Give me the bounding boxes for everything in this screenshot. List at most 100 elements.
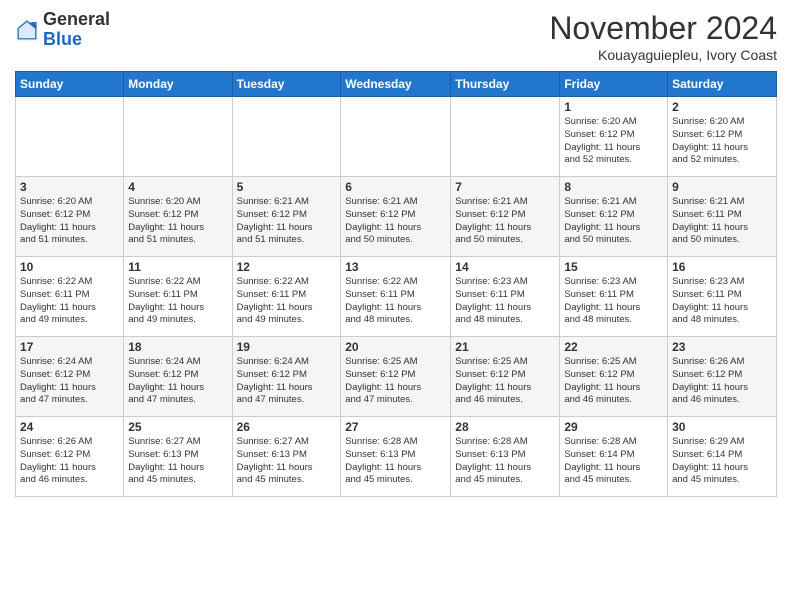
day-number: 19 xyxy=(237,340,337,354)
logo-general: General xyxy=(43,9,110,29)
header-thursday: Thursday xyxy=(451,72,560,97)
week-row-4: 24Sunrise: 6:26 AM Sunset: 6:12 PM Dayli… xyxy=(16,417,777,497)
day-number: 7 xyxy=(455,180,555,194)
calendar-cell-w1-d4: 7Sunrise: 6:21 AM Sunset: 6:12 PM Daylig… xyxy=(451,177,560,257)
day-info: Sunrise: 6:21 AM Sunset: 6:12 PM Dayligh… xyxy=(564,196,663,247)
calendar-cell-w0-d1 xyxy=(124,97,232,177)
header-monday: Monday xyxy=(124,72,232,97)
day-number: 6 xyxy=(345,180,446,194)
header-wednesday: Wednesday xyxy=(341,72,451,97)
calendar-cell-w1-d5: 8 Sunrise: 6:21 AM Sunset: 6:12 PM Daylig… xyxy=(560,177,668,257)
day-number: 9 xyxy=(672,180,772,194)
header-friday: Friday xyxy=(560,72,668,97)
calendar-cell-w1-d6: 9 Sunrise: 6:21 AM Sunset: 6:11 PM Daylig… xyxy=(668,177,777,257)
day-info: Sunrise: 6:23 AM Sunset: 6:11 PM Dayligh… xyxy=(455,276,555,327)
day-number: 4 xyxy=(128,180,227,194)
calendar-cell-w0-d4 xyxy=(451,97,560,177)
calendar-cell-w4-d3: 27Sunrise: 6:28 AM Sunset: 6:13 PM Dayli… xyxy=(341,417,451,497)
calendar-cell-w3-d2: 19 Sunrise: 6:24 AM Sunset: 6:12 PM Dayli… xyxy=(232,337,341,417)
week-row-3: 17 Sunrise: 6:24 AM Sunset: 6:12 PM Dayli… xyxy=(16,337,777,417)
day-number: 22 xyxy=(564,340,663,354)
day-info: Sunrise: 6:26 AM Sunset: 6:12 PM Dayligh… xyxy=(20,436,119,487)
calendar-cell-w3-d6: 23 Sunrise: 6:26 AM Sunset: 6:12 PM Dayli… xyxy=(668,337,777,417)
day-number: 15 xyxy=(564,260,663,274)
day-info: Sunrise: 6:20 AM Sunset: 6:12 PM Dayligh… xyxy=(672,116,772,167)
calendar-cell-w0-d6: 2 Sunrise: 6:20 AM Sunset: 6:12 PM Daylig… xyxy=(668,97,777,177)
calendar-cell-w2-d4: 14 Sunrise: 6:23 AM Sunset: 6:11 PM Dayli… xyxy=(451,257,560,337)
day-number: 23 xyxy=(672,340,772,354)
day-number: 21 xyxy=(455,340,555,354)
day-number: 5 xyxy=(237,180,337,194)
day-number: 17 xyxy=(20,340,119,354)
header-saturday: Saturday xyxy=(668,72,777,97)
day-info: Sunrise: 6:24 AM Sunset: 6:12 PM Dayligh… xyxy=(20,356,119,407)
calendar-cell-w2-d1: 11Sunrise: 6:22 AM Sunset: 6:11 PM Dayli… xyxy=(124,257,232,337)
day-number: 16 xyxy=(672,260,772,274)
day-number: 25 xyxy=(128,420,227,434)
day-info: Sunrise: 6:22 AM Sunset: 6:11 PM Dayligh… xyxy=(237,276,337,327)
calendar-cell-w2-d2: 12 Sunrise: 6:22 AM Sunset: 6:11 PM Dayli… xyxy=(232,257,341,337)
calendar-cell-w4-d0: 24Sunrise: 6:26 AM Sunset: 6:12 PM Dayli… xyxy=(16,417,124,497)
week-row-1: 3 Sunrise: 6:20 AM Sunset: 6:12 PM Daylig… xyxy=(16,177,777,257)
logo-blue: Blue xyxy=(43,29,82,49)
calendar-cell-w3-d3: 20 Sunrise: 6:25 AM Sunset: 6:12 PM Dayli… xyxy=(341,337,451,417)
calendar-cell-w3-d4: 21 Sunrise: 6:25 AM Sunset: 6:12 PM Dayli… xyxy=(451,337,560,417)
day-info: Sunrise: 6:26 AM Sunset: 6:12 PM Dayligh… xyxy=(672,356,772,407)
calendar-cell-w4-d4: 28Sunrise: 6:28 AM Sunset: 6:13 PM Dayli… xyxy=(451,417,560,497)
calendar-cell-w0-d5: 1Sunrise: 6:20 AM Sunset: 6:12 PM Daylig… xyxy=(560,97,668,177)
day-number: 10 xyxy=(20,260,119,274)
calendar-cell-w2-d3: 13 Sunrise: 6:22 AM Sunset: 6:11 PM Dayli… xyxy=(341,257,451,337)
day-info: Sunrise: 6:25 AM Sunset: 6:12 PM Dayligh… xyxy=(345,356,446,407)
day-number: 14 xyxy=(455,260,555,274)
day-info: Sunrise: 6:23 AM Sunset: 6:11 PM Dayligh… xyxy=(672,276,772,327)
title-block: November 2024 Kouayaguiepleu, Ivory Coas… xyxy=(549,10,777,63)
calendar-cell-w2-d5: 15Sunrise: 6:23 AM Sunset: 6:11 PM Dayli… xyxy=(560,257,668,337)
day-info: Sunrise: 6:28 AM Sunset: 6:14 PM Dayligh… xyxy=(564,436,663,487)
day-info: Sunrise: 6:29 AM Sunset: 6:14 PM Dayligh… xyxy=(672,436,772,487)
calendar-cell-w0-d0 xyxy=(16,97,124,177)
day-info: Sunrise: 6:22 AM Sunset: 6:11 PM Dayligh… xyxy=(128,276,227,327)
day-info: Sunrise: 6:27 AM Sunset: 6:13 PM Dayligh… xyxy=(237,436,337,487)
day-number: 1 xyxy=(564,100,663,114)
calendar-cell-w1-d2: 5 Sunrise: 6:21 AM Sunset: 6:12 PM Daylig… xyxy=(232,177,341,257)
logo-icon xyxy=(15,18,39,42)
calendar-cell-w3-d1: 18 Sunrise: 6:24 AM Sunset: 6:12 PM Dayli… xyxy=(124,337,232,417)
calendar: Sunday Monday Tuesday Wednesday Thursday… xyxy=(15,71,777,497)
day-info: Sunrise: 6:28 AM Sunset: 6:13 PM Dayligh… xyxy=(345,436,446,487)
day-number: 12 xyxy=(237,260,337,274)
day-info: Sunrise: 6:20 AM Sunset: 6:12 PM Dayligh… xyxy=(128,196,227,247)
day-info: Sunrise: 6:22 AM Sunset: 6:11 PM Dayligh… xyxy=(20,276,119,327)
calendar-cell-w4-d5: 29 Sunrise: 6:28 AM Sunset: 6:14 PM Dayli… xyxy=(560,417,668,497)
day-number: 3 xyxy=(20,180,119,194)
day-info: Sunrise: 6:22 AM Sunset: 6:11 PM Dayligh… xyxy=(345,276,446,327)
calendar-cell-w2-d6: 16 Sunrise: 6:23 AM Sunset: 6:11 PM Dayli… xyxy=(668,257,777,337)
day-info: Sunrise: 6:24 AM Sunset: 6:12 PM Dayligh… xyxy=(237,356,337,407)
day-number: 29 xyxy=(564,420,663,434)
day-number: 20 xyxy=(345,340,446,354)
header: General Blue November 2024 Kouayaguieple… xyxy=(15,10,777,63)
calendar-cell-w1-d1: 4 Sunrise: 6:20 AM Sunset: 6:12 PM Daylig… xyxy=(124,177,232,257)
logo-text: General Blue xyxy=(43,10,110,50)
day-info: Sunrise: 6:25 AM Sunset: 6:12 PM Dayligh… xyxy=(455,356,555,407)
page: General Blue November 2024 Kouayaguieple… xyxy=(0,0,792,612)
day-number: 28 xyxy=(455,420,555,434)
day-info: Sunrise: 6:24 AM Sunset: 6:12 PM Dayligh… xyxy=(128,356,227,407)
day-info: Sunrise: 6:20 AM Sunset: 6:12 PM Dayligh… xyxy=(20,196,119,247)
calendar-cell-w1-d3: 6 Sunrise: 6:21 AM Sunset: 6:12 PM Daylig… xyxy=(341,177,451,257)
day-info: Sunrise: 6:21 AM Sunset: 6:12 PM Dayligh… xyxy=(237,196,337,247)
day-number: 13 xyxy=(345,260,446,274)
calendar-cell-w4-d1: 25Sunrise: 6:27 AM Sunset: 6:13 PM Dayli… xyxy=(124,417,232,497)
logo: General Blue xyxy=(15,10,110,50)
day-number: 26 xyxy=(237,420,337,434)
day-info: Sunrise: 6:21 AM Sunset: 6:11 PM Dayligh… xyxy=(672,196,772,247)
day-info: Sunrise: 6:21 AM Sunset: 6:12 PM Dayligh… xyxy=(345,196,446,247)
header-tuesday: Tuesday xyxy=(232,72,341,97)
calendar-cell-w2-d0: 10 Sunrise: 6:22 AM Sunset: 6:11 PM Dayli… xyxy=(16,257,124,337)
calendar-cell-w1-d0: 3 Sunrise: 6:20 AM Sunset: 6:12 PM Daylig… xyxy=(16,177,124,257)
calendar-cell-w3-d5: 22 Sunrise: 6:25 AM Sunset: 6:12 PM Dayli… xyxy=(560,337,668,417)
day-number: 8 xyxy=(564,180,663,194)
day-number: 18 xyxy=(128,340,227,354)
week-row-0: 1 Sunrise: 6:20 AM Sunset: 6:12 PM Daylig… xyxy=(16,97,777,177)
day-number: 2 xyxy=(672,100,772,114)
day-info: Sunrise: 6:25 AM Sunset: 6:12 PM Dayligh… xyxy=(564,356,663,407)
